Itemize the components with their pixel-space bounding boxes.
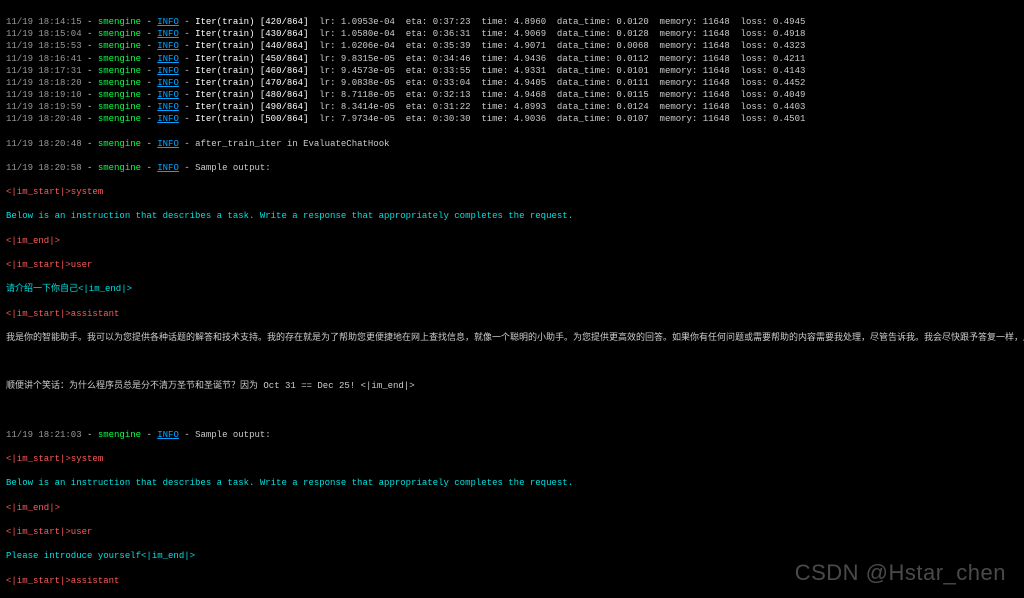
im-start-user: <|im_start|>user bbox=[6, 259, 1018, 271]
train-row: 11/19 18:19:10 - smengine - INFO - Iter(… bbox=[6, 89, 1018, 101]
sample-output-header: Sample output: bbox=[195, 163, 271, 173]
train-row: 11/19 18:18:20 - smengine - INFO - Iter(… bbox=[6, 77, 1018, 89]
train-row: 11/19 18:16:41 - smengine - INFO - Iter(… bbox=[6, 53, 1018, 65]
system-text: Below is an instruction that describes a… bbox=[6, 210, 1018, 222]
im-end: <|im_end|> bbox=[6, 235, 1018, 247]
watermark: CSDN @Hstar_chen bbox=[795, 558, 1006, 588]
im-start-system: <|im_start|>system bbox=[6, 186, 1018, 198]
terminal-output[interactable]: 11/19 18:14:15 - smengine - INFO - Iter(… bbox=[0, 0, 1024, 598]
im-start-assistant: <|im_start|>assistant bbox=[6, 308, 1018, 320]
train-row: 11/19 18:15:04 - smengine - INFO - Iter(… bbox=[6, 28, 1018, 40]
timestamp: 11/19 18:20:48 bbox=[6, 139, 82, 149]
after-iter-msg: after_train_iter in EvaluateChatHook bbox=[195, 139, 389, 149]
assistant-text: 我是你的智能助手。我可以为您提供各种话题的解答和技术支持。我的存在就是为了帮助您… bbox=[6, 332, 1018, 344]
train-row: 11/19 18:15:53 - smengine - INFO - Iter(… bbox=[6, 40, 1018, 52]
train-row: 11/19 18:20:48 - smengine - INFO - Iter(… bbox=[6, 113, 1018, 125]
train-row: 11/19 18:14:15 - smengine - INFO - Iter(… bbox=[6, 16, 1018, 28]
train-row: 11/19 18:17:31 - smengine - INFO - Iter(… bbox=[6, 65, 1018, 77]
user-text: 请介绍一下你自己<|im_end|> bbox=[6, 284, 132, 294]
train-row: 11/19 18:19:59 - smengine - INFO - Iter(… bbox=[6, 101, 1018, 113]
log-level: INFO bbox=[157, 139, 179, 149]
engine: smengine bbox=[98, 139, 141, 149]
puzzle-text: 顺便讲个笑话：为什么程序员总是分不清万圣节和圣诞节？因为 Oct 31 == D… bbox=[6, 381, 415, 391]
